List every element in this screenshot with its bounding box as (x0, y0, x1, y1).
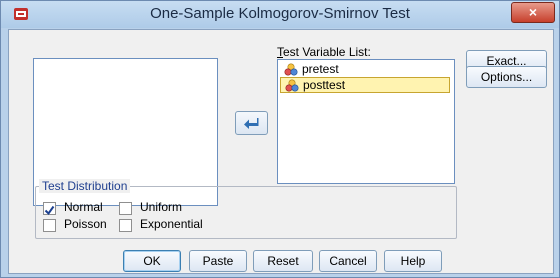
checkmark-icon (44, 205, 55, 216)
cancel-button[interactable]: Cancel (319, 250, 377, 272)
poisson-label[interactable]: Poisson (64, 217, 107, 231)
options-button[interactable]: Options... (466, 66, 547, 88)
test-variable-list-label: Test Variable List: (277, 45, 371, 59)
test-distribution-legend: Test Distribution (39, 179, 131, 193)
variable-name: posttest (303, 78, 346, 92)
window-title: One-Sample Kolmogorov-Smirnov Test (150, 5, 410, 22)
close-icon: × (528, 4, 538, 20)
exponential-label[interactable]: Exponential (140, 217, 203, 231)
uniform-label[interactable]: Uniform (140, 200, 182, 214)
arrow-left-icon (244, 118, 259, 129)
list-item-pretest[interactable]: pretest (280, 62, 448, 77)
dialog-window: One-Sample Kolmogorov-Smirnov Test × Tes… (0, 0, 560, 278)
reset-button[interactable]: Reset (253, 250, 313, 272)
poisson-checkbox[interactable] (43, 219, 56, 232)
dialog-body: Test Variable List: pretest posttest Exa… (8, 29, 554, 274)
uniform-checkbox[interactable] (119, 202, 132, 215)
normal-checkbox[interactable] (43, 202, 56, 216)
close-button[interactable]: × (511, 2, 555, 23)
scale-variable-icon (285, 79, 299, 92)
scale-variable-icon (284, 63, 298, 76)
paste-button[interactable]: Paste (189, 250, 247, 272)
list-item-posttest[interactable]: posttest (280, 77, 450, 93)
ok-button[interactable]: OK (123, 250, 181, 272)
help-button[interactable]: Help (384, 250, 442, 272)
move-variable-button[interactable] (235, 111, 268, 135)
title-bar[interactable]: One-Sample Kolmogorov-Smirnov Test × (1, 1, 559, 28)
normal-label[interactable]: Normal (64, 200, 103, 214)
exponential-checkbox[interactable] (119, 219, 132, 232)
test-variable-list[interactable]: pretest posttest (277, 59, 455, 184)
variable-name: pretest (302, 62, 339, 76)
